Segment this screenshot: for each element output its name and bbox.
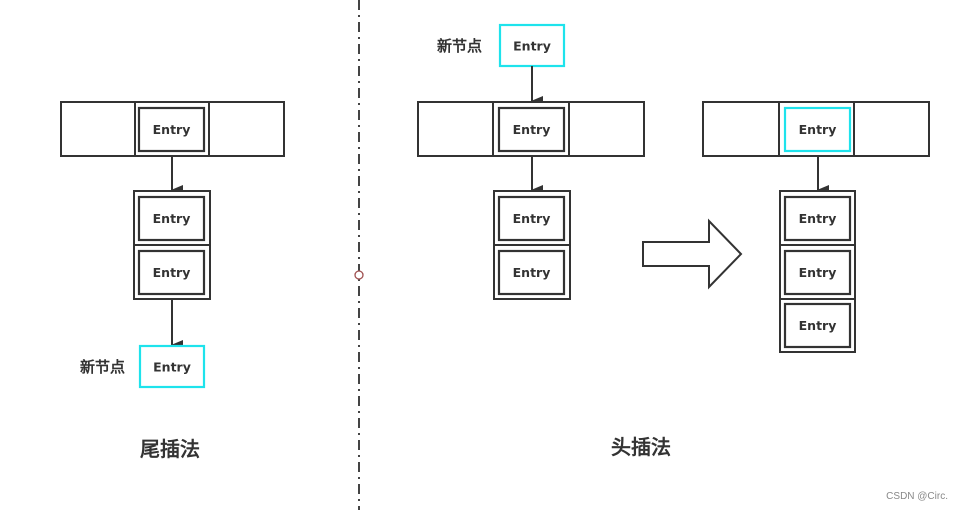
divider-handle[interactable]	[354, 270, 364, 280]
transition-arrow-icon	[642, 218, 743, 290]
linked-chain: Entry Entry Entry	[779, 190, 856, 353]
tail-insert-panel: Entry Entry Entry Entry 新节点 尾插法	[60, 101, 285, 461]
head-insert-title: 头插法	[611, 435, 671, 459]
entry-label: Entry	[513, 265, 551, 280]
entry-label: Entry	[513, 211, 551, 226]
hash-array: Entry	[417, 101, 645, 157]
watermark: CSDN @Circ.	[886, 491, 948, 502]
new-node-label: 新节点	[437, 37, 482, 55]
head-insert-before: Entry 新节点 Entry Entry Entry	[417, 23, 645, 300]
entry-label: Entry	[153, 211, 191, 226]
hash-array: Entry	[702, 101, 930, 157]
hash-array: Entry	[60, 101, 285, 157]
new-node: Entry 新节点	[80, 344, 206, 389]
entry-label: Entry	[799, 318, 837, 333]
entry-label: Entry	[513, 122, 551, 137]
entry-label: Entry	[513, 39, 551, 54]
new-node-label: 新节点	[80, 358, 125, 376]
linked-chain: Entry Entry	[133, 190, 211, 300]
tail-insert-title: 尾插法	[140, 437, 200, 461]
entry-label: Entry	[153, 265, 191, 280]
entry-label: Entry	[799, 211, 837, 226]
diagram-canvas: Entry Entry Entry Entry 新节点 尾插法 Entry 新节…	[60, 0, 930, 510]
new-node: Entry 新节点	[437, 23, 566, 68]
entry-label: Entry	[153, 360, 191, 375]
entry-label: Entry	[799, 265, 837, 280]
entry-label: Entry	[153, 122, 191, 137]
linked-chain: Entry Entry	[493, 190, 571, 300]
head-insert-after: Entry Entry Entry Entry	[702, 101, 930, 353]
entry-label: Entry	[799, 122, 837, 137]
